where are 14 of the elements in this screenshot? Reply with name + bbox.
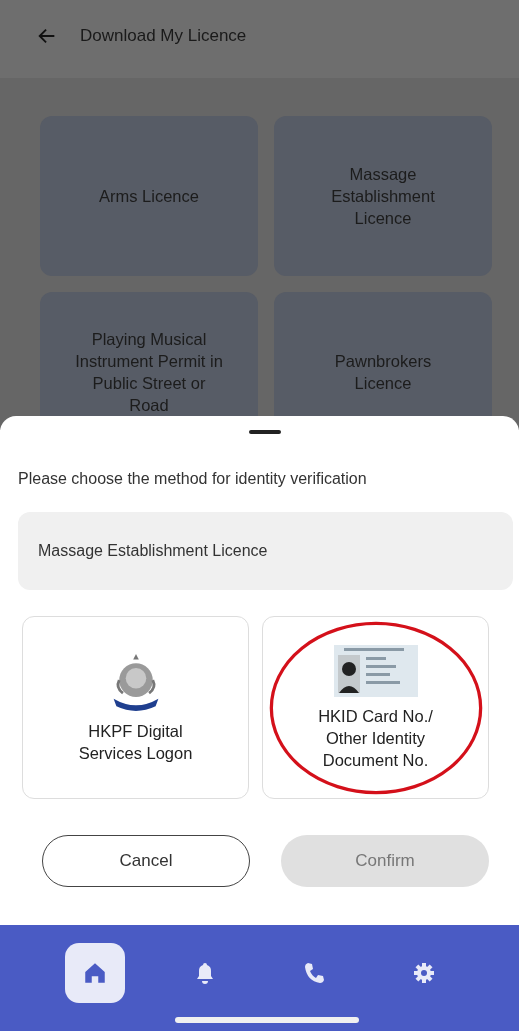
- cancel-button[interactable]: Cancel: [42, 835, 250, 887]
- method-card[interactable]: HKID Card No./ Other Identity Document No.: [262, 616, 489, 799]
- method-label: HKID Card No./ Other Identity Document No.: [317, 705, 434, 771]
- home-tab[interactable]: [64, 943, 125, 1003]
- method-card[interactable]: HKPF Digital Services Logon: [22, 616, 249, 799]
- page-title: Download My Licence: [80, 26, 247, 46]
- method-label: HKPF Digital Services Logon: [77, 720, 194, 764]
- settings-icon: [412, 961, 437, 985]
- licence-card[interactable]: Massage Establishment Licence: [274, 116, 492, 276]
- licence-field[interactable]: Massage Establishment Licence: [18, 512, 513, 590]
- licence-card[interactable]: Arms Licence: [40, 116, 258, 276]
- prompt-text: Please choose the method for identity verification: [18, 470, 368, 488]
- phone-icon: [302, 961, 327, 985]
- sheet-handle[interactable]: [248, 430, 281, 434]
